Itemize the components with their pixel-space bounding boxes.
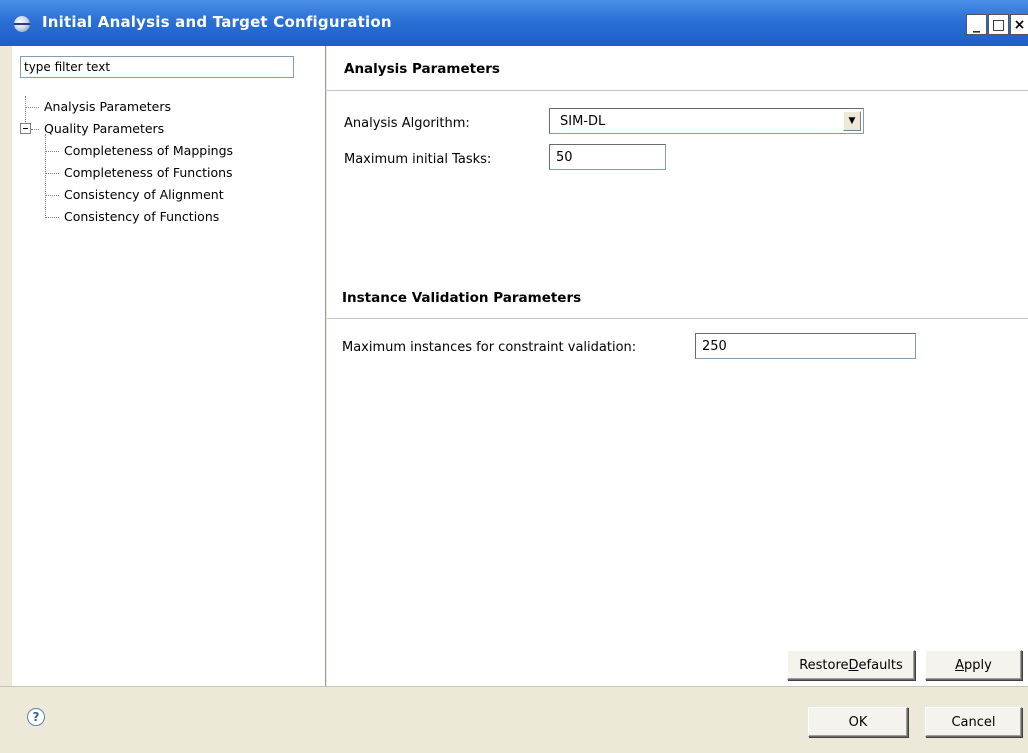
analysis-algorithm-value: SIM-DL xyxy=(560,113,606,129)
window-title: Initial Analysis and Target Configuratio… xyxy=(42,13,392,31)
restore-defaults-button[interactable]: Restore Defaults xyxy=(787,650,915,680)
chevron-down-icon[interactable]: ▼ xyxy=(843,111,861,131)
preference-tree: Analysis Parameters Quality Parameters C… xyxy=(20,96,320,228)
apply-button[interactable]: Apply xyxy=(925,650,1022,680)
tree-item-analysis-parameters[interactable]: Analysis Parameters xyxy=(20,96,320,118)
separator xyxy=(0,686,1028,687)
tree-item-label: Completeness of Functions xyxy=(64,165,233,180)
analysis-algorithm-label: Analysis Algorithm: xyxy=(344,116,470,131)
tree-item-label: Quality Parameters xyxy=(44,121,165,136)
analysis-parameters-title: Analysis Parameters xyxy=(344,61,500,77)
separator xyxy=(327,90,1028,91)
filter-input[interactable] xyxy=(20,56,294,78)
tree-item-label: Consistency of Functions xyxy=(64,209,220,224)
eclipse-icon xyxy=(14,16,30,32)
separator xyxy=(327,318,1028,319)
tree-item-quality-parameters[interactable]: Quality Parameters xyxy=(20,118,320,140)
ok-button[interactable]: OK xyxy=(808,707,908,737)
instance-validation-title: Instance Validation Parameters xyxy=(342,290,582,306)
tree-item-label: Completeness of Mappings xyxy=(64,143,234,158)
minimize-button[interactable]: _ xyxy=(966,14,987,35)
cancel-button[interactable]: Cancel xyxy=(925,707,1022,737)
title-bar: Initial Analysis and Target Configuratio… xyxy=(0,0,1028,46)
preference-navigation-pane: Analysis Parameters Quality Parameters C… xyxy=(12,46,326,686)
max-tasks-label: Maximum initial Tasks: xyxy=(344,152,492,167)
tree-item-completeness-of-functions[interactable]: Completeness of Functions xyxy=(20,162,320,184)
tree-item-consistency-of-alignment[interactable]: Consistency of Alignment xyxy=(20,184,320,206)
tree-item-consistency-of-functions[interactable]: Consistency of Functions xyxy=(20,206,320,228)
tree-item-label: Analysis Parameters xyxy=(44,99,172,114)
max-instances-label: Maximum instances for constraint validat… xyxy=(342,340,637,355)
analysis-algorithm-select[interactable]: SIM-DL ▼ xyxy=(549,108,864,134)
max-instances-input[interactable] xyxy=(695,333,916,359)
collapse-icon[interactable] xyxy=(20,123,31,134)
max-tasks-input[interactable] xyxy=(549,144,666,170)
tree-item-completeness-of-mappings[interactable]: Completeness of Mappings xyxy=(20,140,320,162)
close-button[interactable]: × xyxy=(1010,14,1028,35)
help-icon[interactable]: ? xyxy=(27,708,45,726)
preference-page: Analysis Parameters Analysis Algorithm: … xyxy=(327,46,1028,686)
tree-item-label: Consistency of Alignment xyxy=(64,187,224,202)
maximize-button[interactable]: □ xyxy=(988,14,1009,35)
